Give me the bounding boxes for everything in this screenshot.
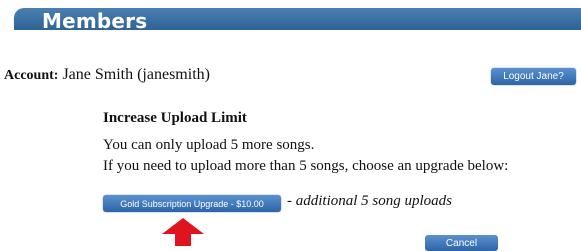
upgrade-description: - additional 5 song uploads xyxy=(287,193,453,209)
logout-button[interactable]: Logout Jane? xyxy=(491,68,576,85)
members-header-bar: Members xyxy=(14,8,581,33)
cancel-button[interactable]: Cancel xyxy=(425,235,498,251)
upgrade-instruction: If you need to upload more than 5 songs,… xyxy=(103,158,509,174)
gold-upgrade-button[interactable]: Gold Subscription Upgrade - $10.00 xyxy=(103,195,281,212)
upload-limit-info: You can only upload 5 more songs. xyxy=(103,137,315,153)
account-label: Account: xyxy=(4,68,59,83)
page-title: Members xyxy=(42,9,148,33)
account-row: Account: Jane Smith (janesmith) xyxy=(4,66,210,84)
red-up-arrow-icon xyxy=(162,218,204,246)
section-title: Increase Upload Limit xyxy=(103,110,247,126)
account-value: Jane Smith (janesmith) xyxy=(62,66,210,83)
